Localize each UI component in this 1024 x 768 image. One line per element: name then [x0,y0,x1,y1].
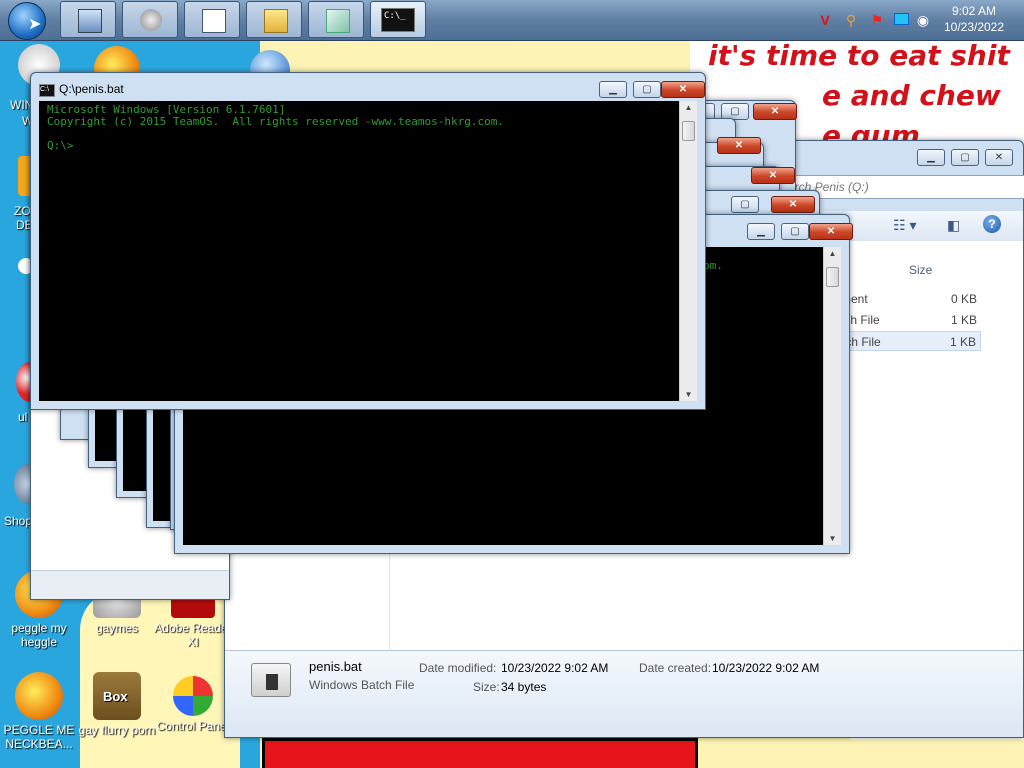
maximize-button[interactable]: ▢ [731,196,759,213]
flag-icon[interactable]: ⚑ [868,11,886,29]
folder-icon [264,9,288,33]
search-tray-icon[interactable]: ⚲ [842,11,860,29]
box-icon: Box [93,672,141,720]
close-button[interactable]: ✕ [717,137,761,154]
scrollbar[interactable]: ▲ ▼ [823,247,841,545]
desktop-partial-label[interactable]: ul [18,410,27,424]
network-computer-icon [78,9,102,33]
file-size: 0 KB [950,292,977,306]
taskbar-button-explorer[interactable] [246,1,302,38]
maximize-button[interactable]: ▢ [633,81,661,98]
scrollbar[interactable]: ▲ ▼ [679,101,697,401]
desktop-partial-label[interactable]: ZO [14,204,31,218]
cmd-window-main[interactable]: C:\ Q:\penis.bat ▁ ▢ ✕ Microsoft Windows… [30,72,706,410]
box-badge: Box [103,689,128,704]
clock-time: 9:02 AM [951,4,997,18]
console-line: Copyright (c) 2015 TeamOS. All rights re… [47,115,504,128]
command-prompt-icon: C:\_ [381,8,415,32]
desktop-icon-label: PEGGLE ME NECKBEA... [3,723,75,751]
desktop-icon-gay-flurry-porn[interactable]: Box gay flurry porn [78,672,156,737]
maximize-button[interactable]: ▢ [951,149,979,166]
scroll-up-arrow[interactable]: ▲ [680,103,697,112]
media-player-icon [140,9,162,31]
minimize-button[interactable]: ▁ [599,81,627,98]
view-options-icon[interactable]: ☷ ▾ [893,217,916,234]
list-item-selected[interactable]: tch File 1 KB [841,331,981,351]
scroll-up-arrow[interactable]: ▲ [824,249,841,258]
scroll-down-arrow[interactable]: ▼ [824,534,841,543]
file-size: 1 KB [950,313,977,327]
wallpaper-line-1: it's time to eat shit [708,39,1010,72]
preview-pane-icon[interactable]: ◧ [947,217,960,234]
clock-date: 10/23/2022 [943,20,1005,34]
taskbar-button-document[interactable] [308,1,364,38]
notepad-icon [202,9,226,33]
console-area[interactable]: Microsoft Windows [Version 6.1.7601] Copy… [39,101,697,401]
desktop-icon-control-panel[interactable]: Control Panel [154,672,232,733]
desktop-icon-label: peggle my heggle [11,621,67,649]
batch-file-icon [251,663,291,697]
desktop-icon-label: Control Panel [156,719,230,733]
wallpaper-red-region [262,738,698,768]
detail-modified-value: 10/23/2022 9:02 AM [501,661,609,675]
taskbar-button-notepad[interactable] [184,1,240,38]
detail-size-label: Size: [473,680,500,694]
help-icon[interactable]: ? [983,215,1001,233]
desktop-icon-peggle-me-neckbeard[interactable]: PEGGLE ME NECKBEA... [0,672,78,751]
console-prompt: Q:\> [47,139,74,152]
maximize-button[interactable]: ▢ [781,223,809,240]
window-status-bar [31,570,229,599]
minimize-button[interactable]: ▁ [747,223,775,240]
monitor-icon[interactable] [892,11,910,29]
taskbar: ➤ C:\_ V ⚲ ⚑ ◉ 9:02 AM 10/23/2022 [0,0,1024,41]
document-icon [326,9,350,33]
v-icon[interactable]: V [816,11,834,29]
detail-size-value: 34 bytes [501,680,547,694]
close-button[interactable]: ✕ [753,103,797,120]
mouse-cursor-icon: ➤ [28,16,42,33]
scroll-down-arrow[interactable]: ▼ [680,390,697,399]
list-item[interactable]: tch File 1 KB [841,310,981,330]
desktop-icon-label: gaymes [95,621,139,635]
peggle-icon [15,672,63,720]
taskbar-button-command-prompt[interactable]: C:\_ [370,1,426,38]
close-button[interactable]: ✕ [661,81,705,98]
window-title: Q:\penis.bat [59,82,124,96]
taskbar-button-media-player[interactable] [122,1,178,38]
file-size: 1 KB [949,335,976,349]
scrollbar-thumb[interactable] [826,267,839,287]
taskbar-clock[interactable]: 9:02 AM 10/23/2022 [930,3,1018,35]
close-button[interactable]: ✕ [985,149,1013,166]
console-output: Microsoft Windows [Version 6.1.7601] Copy… [47,104,675,152]
control-panel-icon [173,676,213,716]
close-button[interactable]: ✕ [771,196,815,213]
scrollbar-thumb[interactable] [682,121,695,141]
minimize-button[interactable]: ▁ [917,149,945,166]
detail-file-type: Windows Batch File [309,678,415,692]
details-pane: penis.bat Windows Batch File Date modifi… [225,650,1023,737]
start-button[interactable]: ➤ [8,2,46,40]
detail-file-name: penis.bat [309,659,362,674]
list-item[interactable]: ment 0 KB [841,289,981,309]
cmd-titlebar[interactable]: C:\ Q:\penis.bat ▁ ▢ ✕ [31,73,705,101]
taskbar-button-network[interactable] [60,1,116,38]
close-button[interactable]: ✕ [809,223,853,240]
desktop-partial-label[interactable]: Shop [4,514,32,528]
desktop-icon-label: gay flurry porn [78,723,156,737]
close-button[interactable]: ✕ [751,167,795,184]
desktop-icon-label: Adobe Reader XI [154,621,232,649]
command-prompt-icon: C:\ [39,84,55,97]
column-header-size[interactable]: Size [909,263,932,277]
detail-created-value: 10/23/2022 9:02 AM [712,661,820,675]
detail-created-label: Date created: [639,661,712,675]
detail-modified-label: Date modified: [419,661,497,675]
